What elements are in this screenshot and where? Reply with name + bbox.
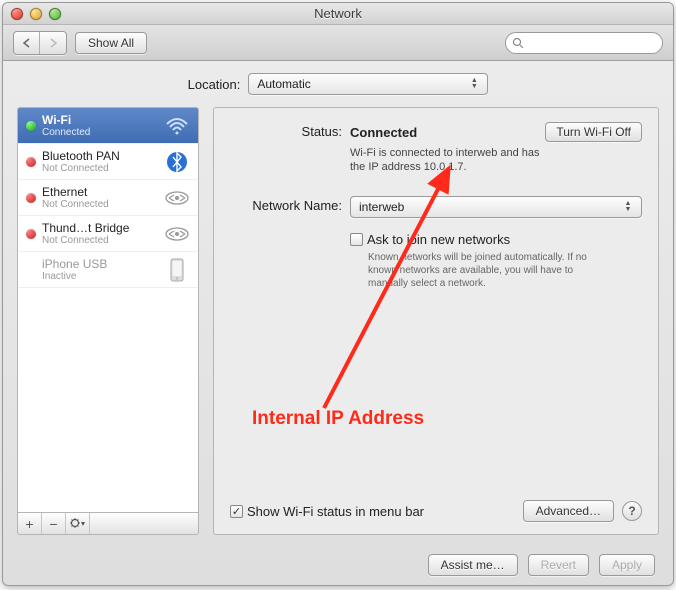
checkbox-icon: [350, 233, 363, 246]
forward-button[interactable]: [40, 32, 66, 54]
network-name-label: Network Name:: [230, 196, 350, 213]
location-label: Location:: [188, 77, 241, 92]
revert-button[interactable]: Revert: [528, 554, 589, 576]
window-title: Network: [3, 6, 673, 21]
sidebar-item-bluetooth[interactable]: Bluetooth PAN Not Connected: [18, 144, 198, 180]
location-value: Automatic: [257, 77, 310, 91]
wifi-icon: [164, 113, 190, 139]
sidebar-item-status: Not Connected: [42, 199, 158, 210]
location-select[interactable]: Automatic ▲▼: [248, 73, 488, 95]
sidebar-item-thunderbolt[interactable]: Thund…t Bridge Not Connected: [18, 216, 198, 252]
sidebar-item-status: Not Connected: [42, 163, 158, 174]
status-dot-icon: [26, 193, 36, 203]
search-icon: [512, 37, 524, 49]
nav-segment: [13, 31, 67, 55]
footer: Assist me… Revert Apply: [3, 545, 673, 585]
search-field[interactable]: [505, 32, 663, 54]
sidebar-item-name: Bluetooth PAN: [42, 149, 158, 163]
toolbar: Show All: [3, 25, 673, 61]
back-button[interactable]: [14, 32, 40, 54]
sidebar-item-iphone-usb[interactable]: iPhone USB Inactive: [18, 252, 198, 288]
network-prefs-window: Network Show All Location: Automatic ▲▼: [2, 2, 674, 586]
show-status-checkbox[interactable]: ✓ Show Wi-Fi status in menu bar: [230, 504, 424, 519]
sidebar: Wi-Fi Connected Bluetooth PAN Not Connec…: [17, 107, 199, 535]
remove-interface-button[interactable]: −: [42, 513, 66, 534]
sidebar-item-wifi[interactable]: Wi-Fi Connected: [18, 108, 198, 144]
assist-me-button[interactable]: Assist me…: [428, 554, 518, 576]
sidebar-item-status: Not Connected: [42, 235, 158, 246]
sidebar-item-name: Thund…t Bridge: [42, 221, 158, 235]
sidebar-item-name: Wi-Fi: [42, 113, 158, 127]
location-row: Location: Automatic ▲▼: [17, 73, 659, 95]
help-button[interactable]: ?: [622, 501, 642, 521]
ethernet-icon: [164, 185, 190, 211]
sidebar-item-status: Inactive: [42, 271, 158, 282]
chevron-updown-icon: ▲▼: [621, 201, 635, 213]
advanced-button[interactable]: Advanced…: [523, 500, 614, 522]
sidebar-item-name: iPhone USB: [42, 257, 158, 271]
titlebar: Network: [3, 3, 673, 25]
action-menu-button[interactable]: [66, 513, 90, 534]
network-name-select[interactable]: interweb ▲▼: [350, 196, 642, 218]
turn-wifi-off-button[interactable]: Turn Wi-Fi Off: [545, 122, 642, 142]
show-status-label: Show Wi-Fi status in menu bar: [247, 504, 424, 519]
annotation-text: Internal IP Address: [252, 408, 424, 430]
sidebar-footer: + −: [17, 513, 199, 535]
body: Wi-Fi Connected Bluetooth PAN Not Connec…: [17, 107, 659, 535]
ethernet-icon: [164, 221, 190, 247]
bluetooth-icon: [164, 149, 190, 175]
status-label: Status:: [230, 122, 350, 139]
show-all-button[interactable]: Show All: [75, 32, 147, 54]
detail-panel: Status: Connected Turn Wi-Fi Off Wi-Fi i…: [213, 107, 659, 535]
ask-to-join-checkbox[interactable]: Ask to join new networks: [350, 232, 642, 247]
add-interface-button[interactable]: +: [18, 513, 42, 534]
status-dot-icon: [26, 229, 36, 239]
sidebar-item-name: Ethernet: [42, 185, 158, 199]
sidebar-item-status: Connected: [42, 127, 158, 138]
ask-to-join-desc: Known networks will be joined automatica…: [368, 251, 598, 290]
checkbox-checked-icon: ✓: [230, 505, 243, 518]
sidebar-item-ethernet[interactable]: Ethernet Not Connected: [18, 180, 198, 216]
iphone-icon: [164, 257, 190, 283]
apply-button[interactable]: Apply: [599, 554, 655, 576]
chevron-updown-icon: ▲▼: [467, 78, 481, 90]
status-description: Wi-Fi is connected to interweb and has t…: [350, 146, 550, 174]
status-dot-icon: [26, 121, 36, 131]
status-dot-icon: [26, 157, 36, 167]
network-name-value: interweb: [359, 200, 404, 214]
status-value: Connected: [350, 125, 417, 140]
content: Location: Automatic ▲▼ Wi-Fi Connected: [3, 61, 673, 545]
ask-to-join-label: Ask to join new networks: [367, 232, 510, 247]
search-input[interactable]: [528, 35, 656, 51]
interface-list[interactable]: Wi-Fi Connected Bluetooth PAN Not Connec…: [17, 107, 199, 513]
